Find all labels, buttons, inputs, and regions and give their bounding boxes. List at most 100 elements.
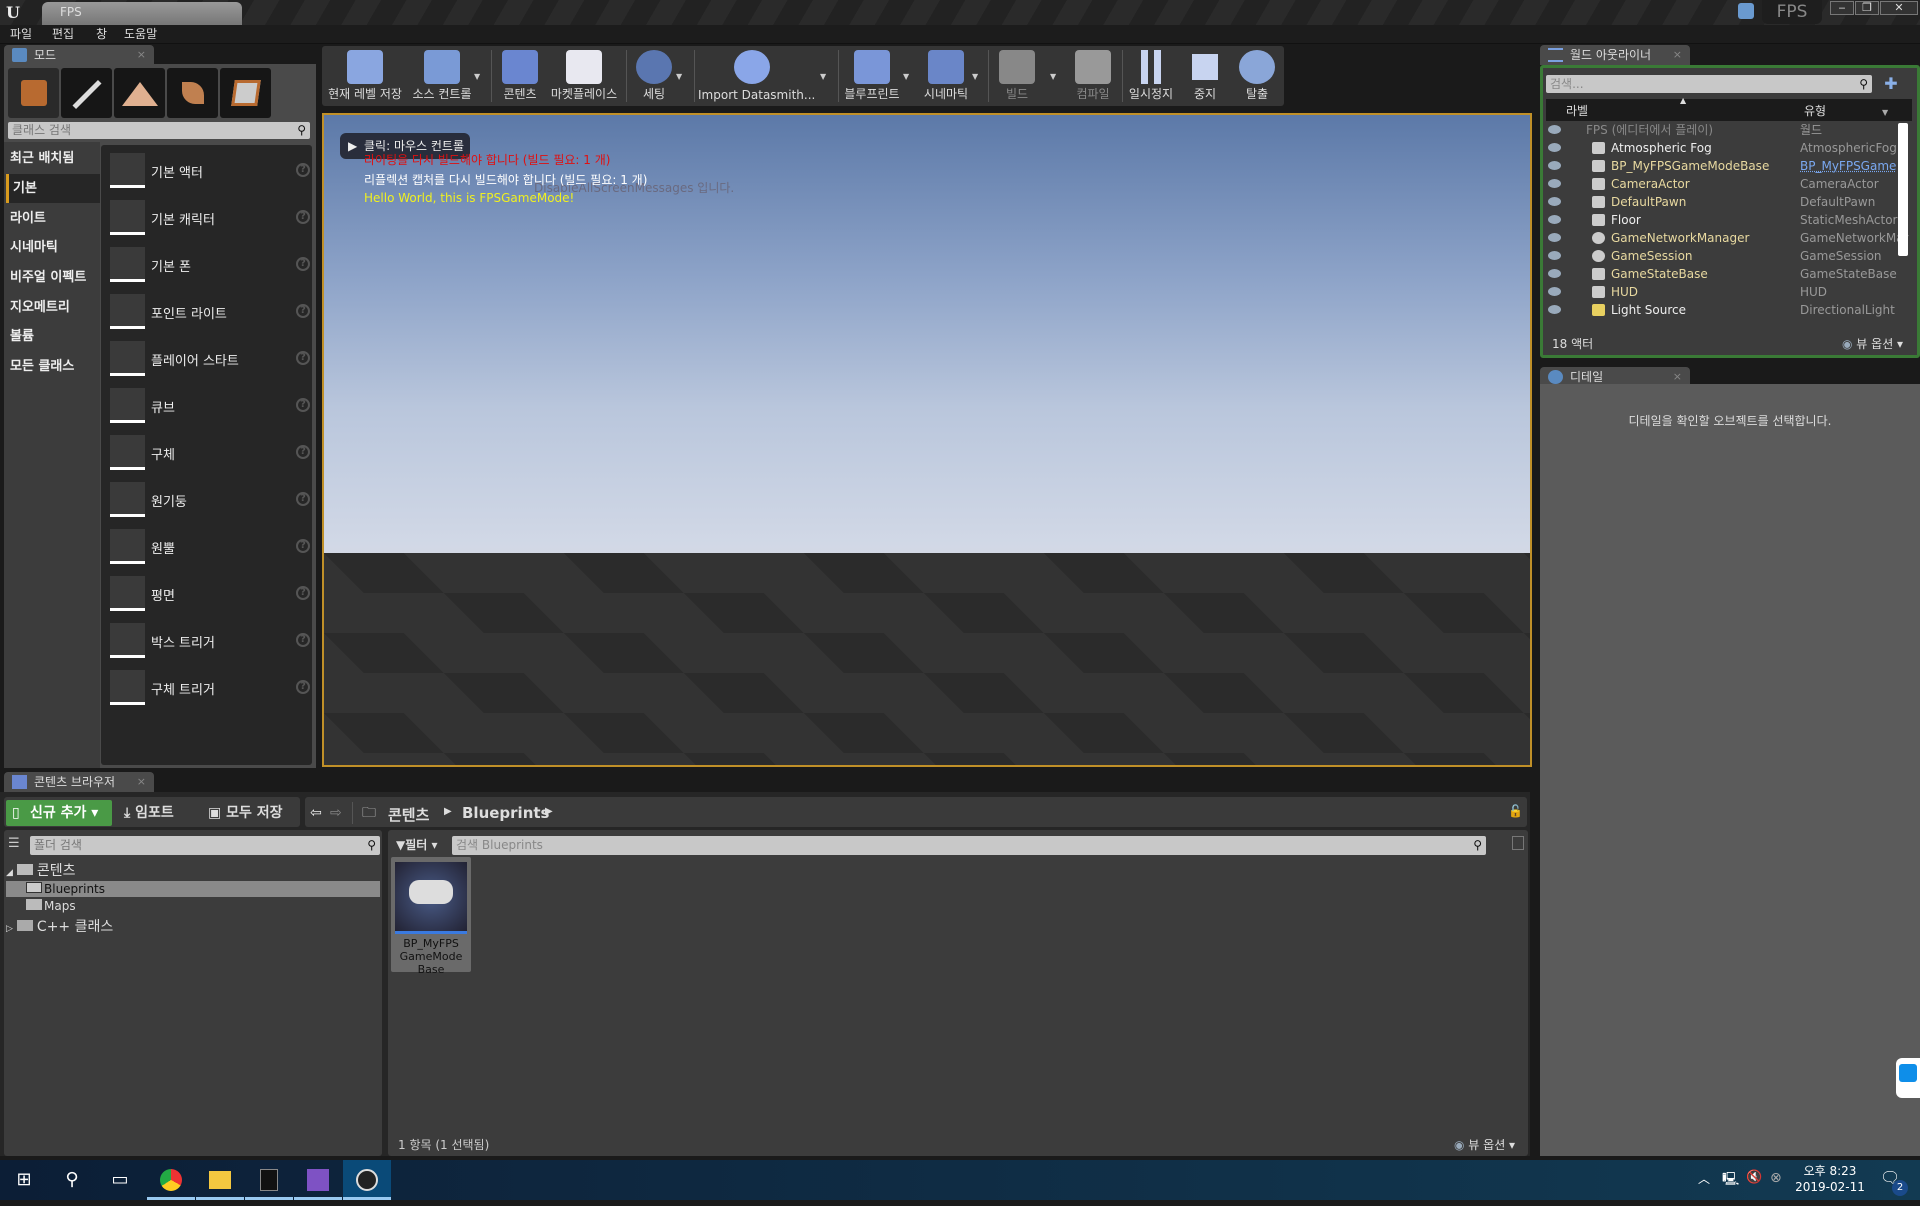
close-button[interactable]: ✕ <box>1880 1 1918 15</box>
stop-button[interactable]: 중지 <box>1180 48 1230 104</box>
place-item[interactable]: 구체 트리거? <box>110 670 310 710</box>
chevron-down-icon[interactable]: ▼ <box>474 72 480 81</box>
source-control-button[interactable]: 소스 컨트롤 <box>408 48 476 104</box>
place-item[interactable]: 원뿔? <box>110 529 310 569</box>
toggle-sources-icon[interactable]: ☰ <box>8 836 20 851</box>
category-visual-effects[interactable]: 비주얼 이펙트 <box>6 263 100 292</box>
task-view-icon[interactable]: ▭ <box>96 1160 144 1200</box>
minimize-button[interactable]: ‒ <box>1830 1 1854 15</box>
restore-button[interactable]: ❐ <box>1855 1 1879 15</box>
breadcrumb-arrow-icon[interactable]: ▶ <box>444 806 452 817</box>
chevron-down-icon[interactable]: ▼ <box>820 72 826 81</box>
chevron-down-icon[interactable]: ▼ <box>972 72 978 81</box>
visibility-eye-icon[interactable] <box>1548 269 1561 278</box>
content-button[interactable]: 콘텐츠 <box>496 48 544 104</box>
place-item[interactable]: 기본 캐릭터? <box>110 200 310 240</box>
breadcrumb-arrow-icon[interactable]: ▶ <box>545 806 553 817</box>
visibility-eye-icon[interactable] <box>1548 197 1561 206</box>
epic-games-icon[interactable] <box>245 1160 293 1200</box>
outliner-row[interactable]: Atmospheric Fog AtmosphericFog <box>1546 139 1904 157</box>
place-item[interactable]: 구체? <box>110 435 310 475</box>
foliage-mode-icon[interactable] <box>167 68 218 118</box>
visibility-eye-icon[interactable] <box>1548 179 1561 188</box>
chrome-icon[interactable] <box>147 1160 195 1200</box>
column-type-header[interactable]: 유형 <box>1804 102 1826 119</box>
breadcrumb-blueprints[interactable]: Blueprints <box>462 804 549 822</box>
help-icon[interactable]: ? <box>296 492 310 506</box>
tree-item-content[interactable]: ◢ 콘텐츠 <box>6 860 76 880</box>
help-icon[interactable]: ? <box>296 163 310 177</box>
pause-button[interactable]: 일시정지 <box>1126 48 1176 104</box>
network-icon[interactable]: 🖳 <box>1722 1170 1739 1192</box>
clock-time[interactable]: 오후 8:23 <box>1790 1162 1870 1179</box>
document-tab[interactable]: FPS <box>42 2 242 25</box>
close-tab-icon[interactable]: × <box>1673 45 1682 65</box>
menu-help[interactable]: 도움말 <box>124 26 157 43</box>
chevron-down-icon[interactable]: ▼ <box>903 72 909 81</box>
world-outliner-tab[interactable]: 월드 아웃라이너 × <box>1540 45 1690 65</box>
category-lights[interactable]: 라이트 <box>6 204 100 233</box>
asset-search-input[interactable]: 검색 Blueprints ⚲ <box>452 836 1486 855</box>
visibility-eye-icon[interactable] <box>1548 143 1561 152</box>
tree-item-cpp-classes[interactable]: ▷ C++ 클래스 <box>6 916 113 936</box>
clock-date[interactable]: 2019-02-11 <box>1790 1180 1870 1194</box>
import-button[interactable]: ⤓ 임포트 <box>124 800 174 826</box>
outliner-row[interactable]: Floor StaticMeshActor <box>1546 211 1904 229</box>
outliner-row[interactable]: GameStateBase GameStateBase <box>1546 265 1904 283</box>
volume-muted-icon[interactable]: 🔇 <box>1746 1170 1762 1185</box>
show-hidden-icons[interactable]: ︿ <box>1698 1170 1710 1187</box>
close-tab-icon[interactable]: × <box>137 45 146 65</box>
column-options-icon[interactable]: ▼ <box>1882 108 1888 117</box>
menu-window[interactable]: 창 <box>96 26 107 43</box>
lock-icon[interactable]: 🔓 <box>1508 804 1523 818</box>
category-recent[interactable]: 최근 배치됨 <box>6 144 100 173</box>
import-datasmith-button[interactable]: Import Datasmith... <box>698 48 815 104</box>
back-button[interactable]: ⇦ <box>310 800 322 826</box>
outliner-row[interactable]: FPS (에디터에서 플레이) 월드 <box>1546 121 1904 139</box>
paint-mode-icon[interactable] <box>61 68 112 118</box>
tree-item-maps[interactable]: Maps <box>26 898 76 914</box>
place-item[interactable]: 기본 액터? <box>110 153 310 193</box>
help-icon[interactable]: ? <box>296 257 310 271</box>
save-all-button[interactable]: ▣ 모두 저장 <box>208 800 283 826</box>
outliner-row[interactable]: DefaultPawn DefaultPawn <box>1546 193 1904 211</box>
file-explorer-icon[interactable] <box>196 1160 244 1200</box>
help-icon[interactable]: ? <box>296 304 310 318</box>
landscape-mode-icon[interactable] <box>114 68 165 118</box>
filter-button[interactable]: ▼필터 ▾ <box>396 836 438 853</box>
place-item[interactable]: 큐브? <box>110 388 310 428</box>
start-icon[interactable]: ⊞ <box>0 1160 48 1200</box>
add-new-button[interactable]: ▯ 신규 추가 ▾ <box>6 800 112 826</box>
chevron-down-icon[interactable]: ▼ <box>676 72 682 81</box>
outliner-row[interactable]: BP_MyFPSGameModeBase BP_MyFPSGame <box>1546 157 1904 175</box>
modes-tab[interactable]: 모드 × <box>4 45 154 65</box>
compile-button[interactable]: 컴파일 <box>1066 48 1120 104</box>
place-item[interactable]: 포인트 라이트? <box>110 294 310 334</box>
help-icon[interactable]: ? <box>296 398 310 412</box>
help-icon[interactable]: ? <box>296 210 310 224</box>
column-label-header[interactable]: 라벨 <box>1566 102 1588 119</box>
visual-studio-icon[interactable] <box>294 1160 342 1200</box>
help-icon[interactable]: ? <box>296 633 310 647</box>
outliner-row[interactable]: CameraActor CameraActor <box>1546 175 1904 193</box>
help-icon[interactable]: ? <box>296 445 310 459</box>
visibility-eye-icon[interactable] <box>1548 251 1561 260</box>
folder-search-input[interactable]: 폴더 검색 ⚲ <box>30 836 380 855</box>
chevron-down-icon[interactable]: ▼ <box>1050 72 1056 81</box>
content-browser-tab[interactable]: 콘텐츠 브라우저 × <box>4 772 154 792</box>
blueprints-button[interactable]: 블루프린트 <box>842 48 902 104</box>
unreal-engine-icon[interactable] <box>343 1160 391 1200</box>
category-cinematic[interactable]: 시네마틱 <box>6 233 100 262</box>
help-icon[interactable]: ? <box>296 586 310 600</box>
build-button[interactable]: 빌드 <box>992 48 1042 104</box>
outliner-row[interactable]: GameNetworkManager GameNetworkMar <box>1546 229 1908 247</box>
place-item[interactable]: 평면? <box>110 576 310 616</box>
view-options-button[interactable]: ◉ 뷰 옵션 ▾ <box>1842 335 1903 352</box>
save-level-button[interactable]: 현재 레벨 저장 <box>326 48 404 104</box>
settings-button[interactable]: 세팅 <box>632 48 676 104</box>
level-viewport[interactable]: ▶ 클릭: 마우스 컨트롤 DisableAllScreenMessages 입니… <box>322 113 1532 767</box>
place-item[interactable]: 원기둥? <box>110 482 310 522</box>
marketplace-button[interactable]: 마켓플레이스 <box>546 48 622 104</box>
place-item[interactable]: 기본 폰? <box>110 247 310 287</box>
geometry-mode-icon[interactable] <box>220 68 271 118</box>
